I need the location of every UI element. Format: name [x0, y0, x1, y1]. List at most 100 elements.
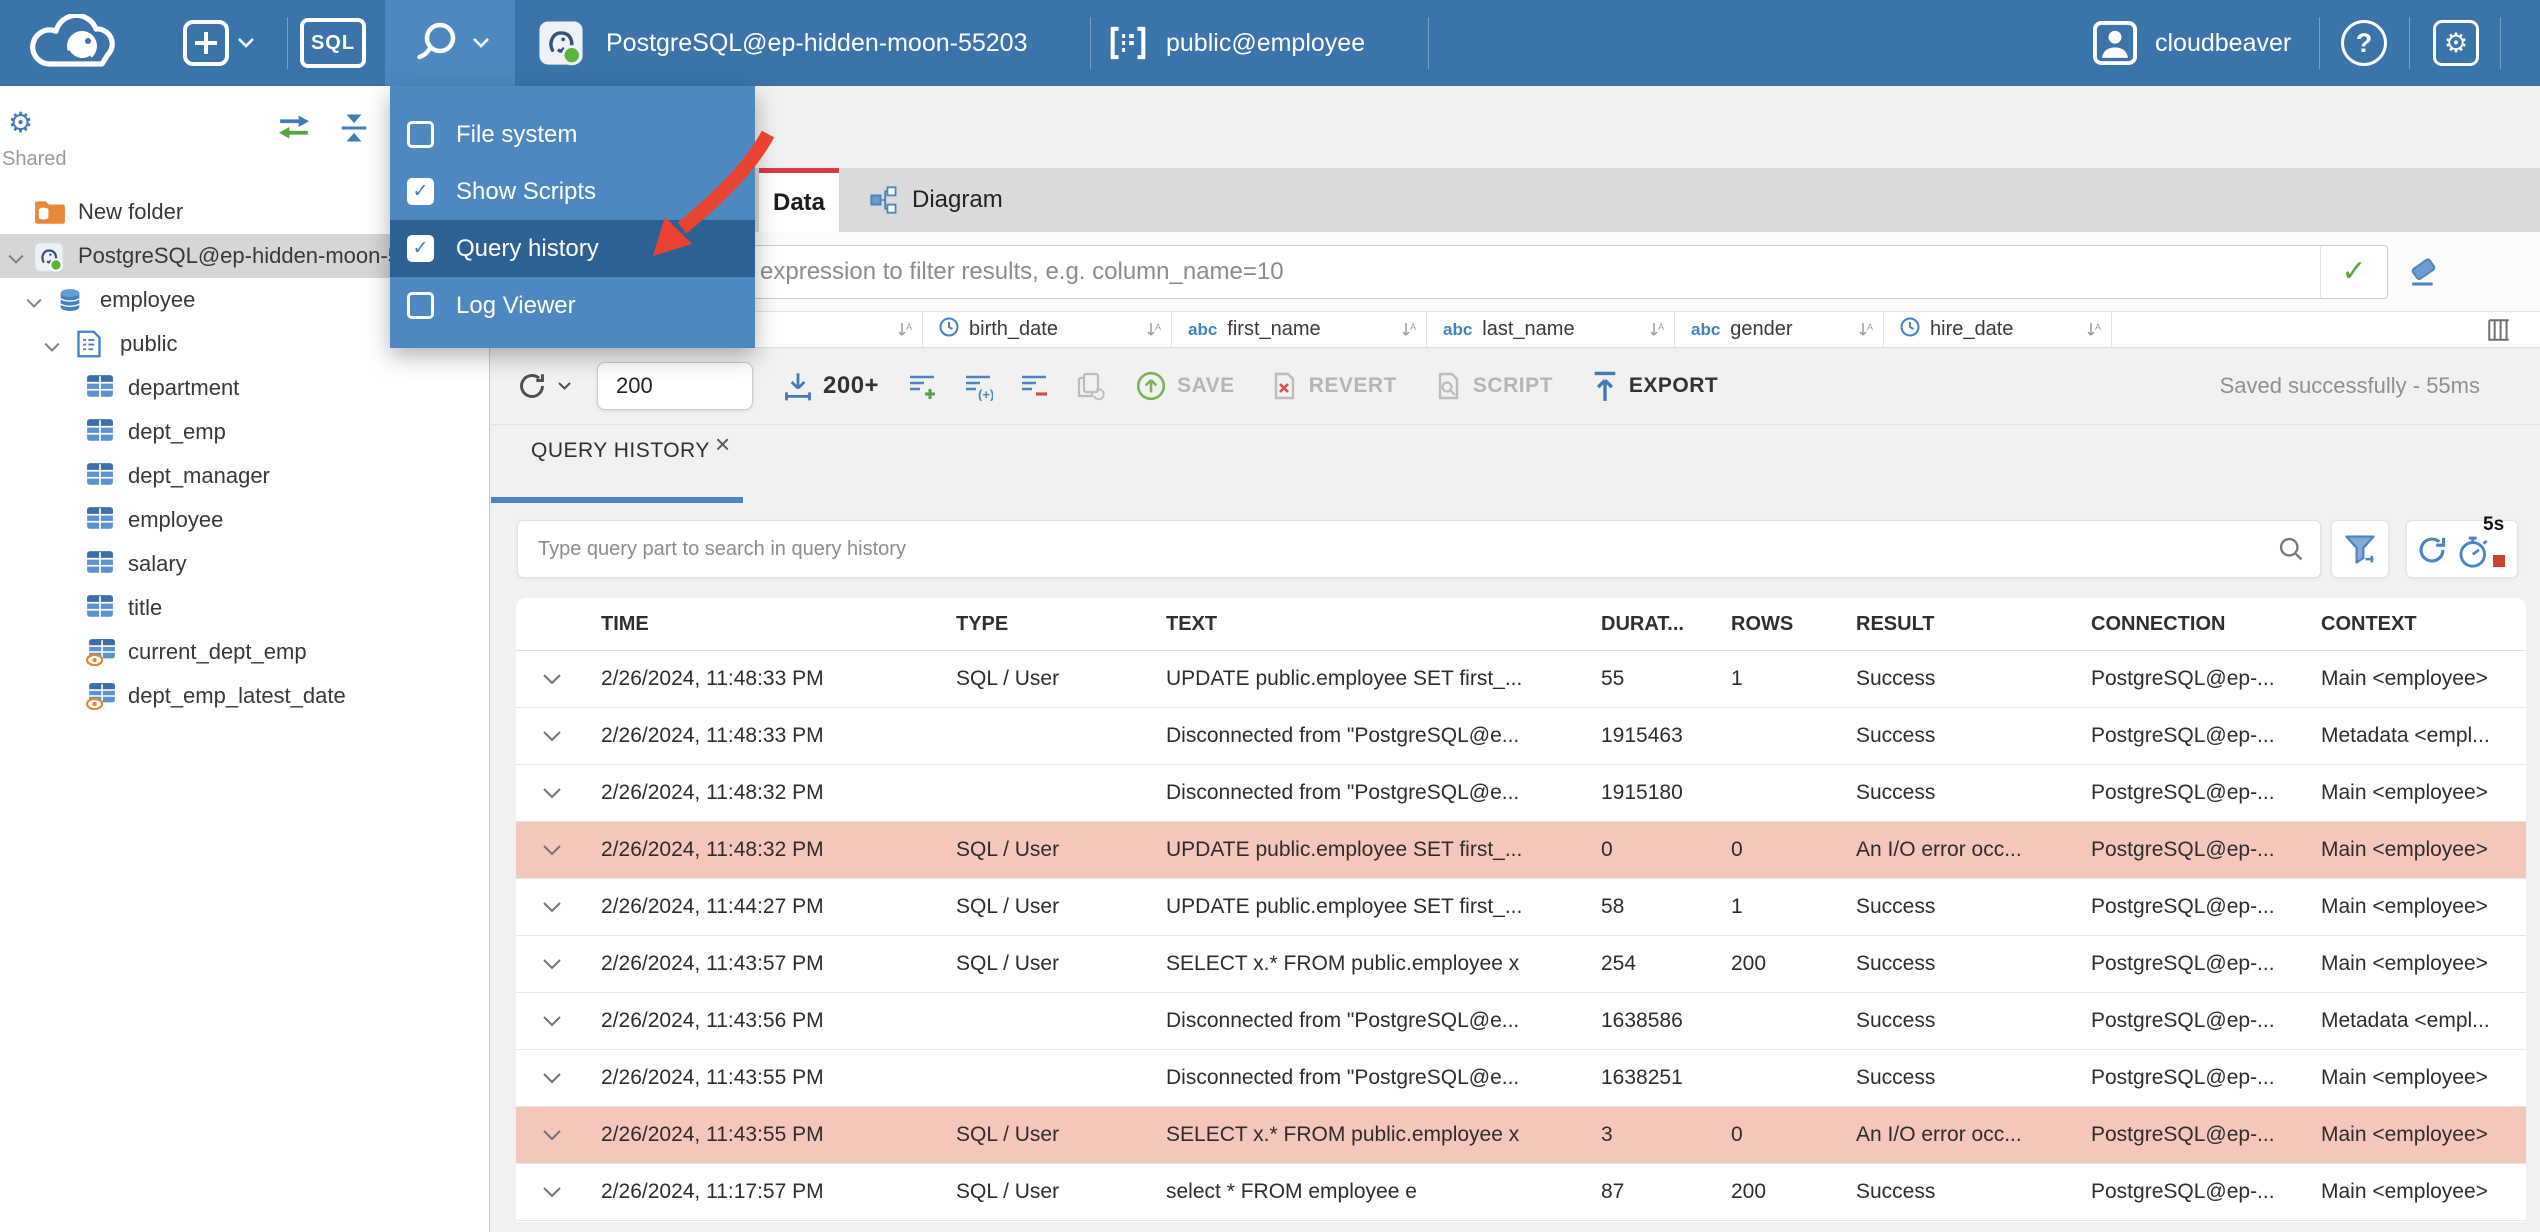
- chevron-down-icon[interactable]: [26, 295, 42, 313]
- user-menu[interactable]: cloudbeaver: [2093, 0, 2291, 86]
- history-column-type[interactable]: TYPE: [956, 613, 1166, 636]
- menu-item-show-scripts[interactable]: ✓ Show Scripts: [390, 163, 755, 220]
- grid-column-last-name[interactable]: abc last_name A: [1426, 312, 1674, 347]
- connection-selector[interactable]: PostgreSQL@ep-hidden-moon-55203: [538, 0, 1027, 86]
- history-row[interactable]: 2/26/2024, 11:44:27 PM SQL / User UPDATE…: [516, 879, 2526, 936]
- history-row[interactable]: 2/26/2024, 11:43:55 PM SQL / User SELECT…: [516, 1107, 2526, 1164]
- expand-chevron-icon[interactable]: [516, 1129, 601, 1141]
- grid-column-birth-date[interactable]: birth_date A: [922, 312, 1171, 347]
- sort-icon[interactable]: A: [1146, 321, 1163, 343]
- menu-item-file-system[interactable]: ✓ File system: [390, 106, 755, 163]
- tab-data[interactable]: Data: [759, 168, 839, 232]
- sort-icon[interactable]: A: [1858, 321, 1875, 343]
- sort-icon[interactable]: A: [1401, 321, 1418, 343]
- tree-item-dept-emp[interactable]: dept_emp: [0, 410, 489, 454]
- delete-row-button[interactable]: [1019, 371, 1049, 401]
- auto-refresh-timer-icon[interactable]: [2457, 533, 2493, 574]
- export-button[interactable]: EXPORT: [1591, 370, 1718, 402]
- svg-text:A: A: [906, 322, 912, 332]
- clear-filter-icon[interactable]: [2405, 254, 2441, 295]
- tools-menu-button[interactable]: [385, 0, 515, 86]
- grid-column-first-name[interactable]: abc first_name A: [1171, 312, 1426, 347]
- sql-editor-button[interactable]: SQL: [300, 0, 366, 86]
- add-row-button[interactable]: [907, 371, 937, 401]
- sort-icon[interactable]: A: [1649, 321, 1666, 343]
- history-row[interactable]: 2/26/2024, 11:17:57 PM SQL / User select…: [516, 1164, 2526, 1221]
- tree-item-employee[interactable]: employee: [0, 498, 489, 542]
- expand-chevron-icon[interactable]: [516, 673, 601, 685]
- menu-item-log-viewer[interactable]: ✓ Log Viewer: [390, 277, 755, 334]
- history-row[interactable]: 2/26/2024, 11:48:32 PM Disconnected from…: [516, 765, 2526, 822]
- tree-item-dept-manager[interactable]: dept_manager: [0, 454, 489, 498]
- expand-chevron-icon[interactable]: [516, 787, 601, 799]
- cell-connection: PostgreSQL@ep-...: [2091, 952, 2275, 975]
- history-column-context[interactable]: CONTEXT: [2321, 613, 2526, 636]
- svg-text:A: A: [2095, 322, 2101, 332]
- query-history-tab[interactable]: QUERY HISTORY: [531, 439, 710, 463]
- history-column-result[interactable]: RESULT: [1856, 613, 2091, 636]
- history-row[interactable]: 2/26/2024, 11:48:33 PM Disconnected from…: [516, 708, 2526, 765]
- chevron-down-icon[interactable]: [8, 251, 24, 269]
- expand-chevron-icon[interactable]: [516, 1015, 601, 1027]
- close-icon[interactable]: ×: [715, 429, 730, 460]
- expand-chevron-icon[interactable]: [516, 1186, 601, 1198]
- history-row[interactable]: 2/26/2024, 11:48:32 PM SQL / User UPDATE…: [516, 822, 2526, 879]
- tree-item-salary[interactable]: salary: [0, 542, 489, 586]
- new-object-button[interactable]: [183, 0, 254, 86]
- grid-column-hire-date[interactable]: hire_date A: [1883, 312, 2112, 347]
- expand-chevron-icon[interactable]: [516, 730, 601, 742]
- expand-chevron-icon[interactable]: [516, 901, 601, 913]
- columns-config-icon[interactable]: [2486, 317, 2512, 348]
- checkbox[interactable]: ✓: [407, 178, 434, 205]
- cell-result: An I/O error occ...: [1856, 1123, 2022, 1146]
- tree-item-title[interactable]: title: [0, 586, 489, 630]
- history-column-durat[interactable]: DURAT...: [1601, 613, 1731, 636]
- grid-column-gender[interactable]: abc gender A: [1674, 312, 1883, 347]
- checkbox[interactable]: ✓: [407, 235, 434, 262]
- refresh-icon[interactable]: [2415, 533, 2449, 572]
- query-history-table: TIME TYPE TEXT DURAT... ROWS RESULT CONNECTION…: [516, 598, 2526, 1222]
- revert-selected-button[interactable]: [1075, 371, 1105, 401]
- expand-chevron-icon[interactable]: [516, 958, 601, 970]
- refresh-button[interactable]: [516, 370, 571, 402]
- apply-filter-button[interactable]: ✓: [2320, 245, 2388, 299]
- checkbox[interactable]: ✓: [407, 292, 434, 319]
- history-row[interactable]: 2/26/2024, 11:43:56 PM Disconnected from…: [516, 993, 2526, 1050]
- sidebar-settings-gear-icon[interactable]: ⚙: [8, 106, 33, 139]
- collapse-all-icon[interactable]: [338, 112, 370, 149]
- tab-diagram[interactable]: Diagram: [843, 168, 1029, 232]
- settings-button[interactable]: ⚙: [2433, 0, 2479, 86]
- sort-icon[interactable]: A: [2086, 321, 2103, 343]
- tree-item-department[interactable]: department: [0, 366, 489, 410]
- cell-duration: 55: [1601, 667, 1625, 690]
- history-filter-button[interactable]: [2331, 520, 2389, 578]
- history-row[interactable]: 2/26/2024, 11:43:55 PM Disconnected from…: [516, 1050, 2526, 1107]
- help-button[interactable]: ?: [2341, 0, 2387, 86]
- duplicate-row-button[interactable]: (+): [963, 371, 993, 401]
- sort-icon[interactable]: A: [897, 321, 914, 343]
- history-column-connection[interactable]: CONNECTION: [2091, 613, 2321, 636]
- history-row[interactable]: 2/26/2024, 11:48:33 PM SQL / User UPDATE…: [516, 651, 2526, 708]
- script-label: SCRIPT: [1472, 374, 1553, 397]
- schema-selector[interactable]: public@employee: [1108, 0, 1365, 86]
- history-refresh-group[interactable]: 5s: [2406, 514, 2518, 578]
- revert-button[interactable]: REVERT: [1269, 371, 1397, 401]
- history-row[interactable]: 2/26/2024, 11:43:57 PM SQL / User SELECT…: [516, 936, 2526, 993]
- history-search-input[interactable]: [517, 520, 2321, 578]
- sync-connection-icon[interactable]: [276, 112, 312, 147]
- save-button[interactable]: SAVE: [1135, 370, 1235, 402]
- history-column-time[interactable]: TIME: [601, 613, 956, 636]
- tree-item-dept-emp-latest-date[interactable]: dept_emp_latest_date: [0, 674, 489, 718]
- script-button[interactable]: SCRIPT: [1433, 371, 1553, 401]
- chevron-down-icon[interactable]: [44, 339, 60, 357]
- expand-chevron-icon[interactable]: [516, 1072, 601, 1084]
- filter-expression-input[interactable]: [521, 245, 2321, 299]
- history-column-rows[interactable]: ROWS: [1731, 613, 1856, 636]
- fetch-more-button[interactable]: 200+: [783, 371, 879, 401]
- menu-item-query-history[interactable]: ✓ Query history: [390, 220, 755, 277]
- tree-item-current-dept-emp[interactable]: current_dept_emp: [0, 630, 489, 674]
- row-limit-input[interactable]: [597, 362, 753, 410]
- history-column-text[interactable]: TEXT: [1166, 613, 1601, 636]
- expand-chevron-icon[interactable]: [516, 844, 601, 856]
- checkbox[interactable]: ✓: [407, 121, 434, 148]
